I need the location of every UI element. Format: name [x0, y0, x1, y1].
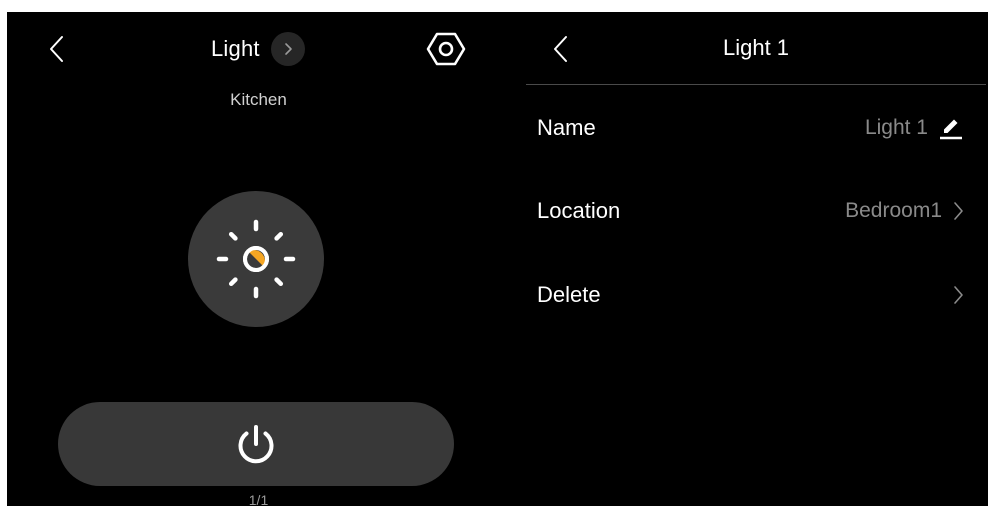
app-screen: Light Kitchen 1/1 Light 1 Name Light 1 L… [7, 12, 988, 506]
chevron-right-icon [284, 43, 292, 55]
location-label: Location [537, 198, 621, 223]
device-details-button[interactable] [270, 32, 305, 66]
power-button[interactable] [58, 402, 454, 486]
name-label: Name [537, 115, 596, 140]
location-row[interactable]: Location Bedroom1 [526, 181, 986, 241]
location-value: Bedroom1 [845, 199, 942, 222]
hexagon-gear-icon [426, 32, 466, 66]
brightness-toggle-button[interactable] [188, 191, 324, 327]
device-title: Light [211, 36, 260, 61]
chevron-right-icon [954, 286, 963, 304]
header-divider [526, 84, 986, 85]
device-control-panel: Light Kitchen 1/1 [7, 12, 510, 506]
device-title-group: Light [211, 32, 305, 66]
chevron-left-icon [50, 36, 63, 62]
room-name: Kitchen [230, 90, 287, 109]
page-indicator: 1/1 [248, 492, 269, 506]
location-value-group: Bedroom1 [845, 181, 964, 241]
chevron-right-icon [954, 202, 963, 220]
settings-title: Light 1 [722, 35, 790, 60]
name-value-group: Light 1 [865, 98, 964, 158]
delete-label: Delete [537, 282, 601, 307]
settings-button[interactable] [426, 29, 466, 69]
sun-brightness-icon [216, 219, 296, 299]
delete-value-group [942, 265, 964, 325]
device-settings-panel: Light 1 Name Light 1 Location Bedroom1 D… [526, 12, 988, 506]
delete-row[interactable]: Delete [526, 265, 986, 325]
back-button[interactable] [45, 34, 69, 64]
name-value: Light 1 [864, 116, 928, 139]
power-icon [238, 425, 274, 464]
edit-pencil-icon [940, 119, 962, 140]
name-row[interactable]: Name Light 1 [526, 98, 986, 158]
